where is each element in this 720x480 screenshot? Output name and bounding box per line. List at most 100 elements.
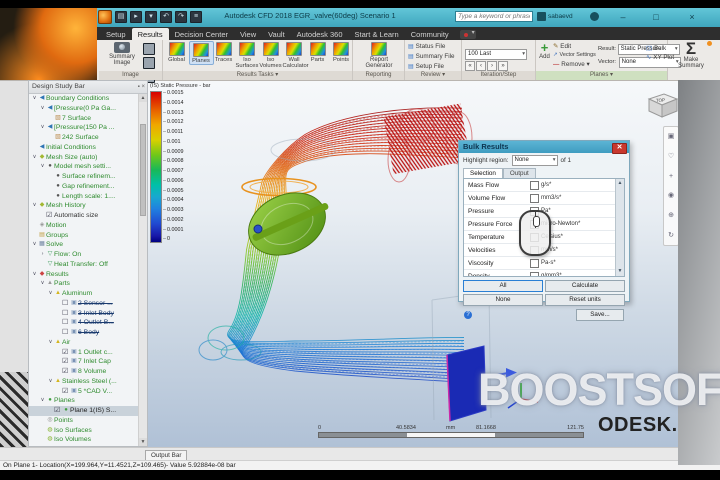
tree-item-iso-volumes[interactable]: ◍ Iso Volumes [29,435,139,445]
remove-plane-button[interactable]: Remove ▾ [553,60,597,69]
expander-icon[interactable]: ∨ [31,153,38,163]
checkbox-checked[interactable]: ☑ [62,357,70,367]
tree-item-results[interactable]: ∨ ◆ Results [29,270,139,280]
help-icon[interactable]: ? [464,311,472,319]
tree-item-boundary-conditions[interactable]: ∨ ◀ Boundary Conditions [29,94,139,104]
scroll-up-icon[interactable]: ▲ [616,179,624,188]
panel-close-icon[interactable]: × [141,84,145,90]
app-logo[interactable] [98,10,112,24]
tree-item-1-outlet-c[interactable]: ☑ ▣ 1 Outlet c... [29,348,139,358]
open-icon[interactable]: ▸ [130,11,142,23]
checkbox-unchecked[interactable] [530,271,539,276]
checkbox-unchecked[interactable] [530,258,539,268]
tree-item-4-outlet-b[interactable]: ☐ ▣ 4 Outlet B... [29,318,139,328]
tree-item-8-volume[interactable]: ☑ ▣ 8 Volume [29,367,139,377]
ribbon-tab-view[interactable]: View [234,28,262,40]
checkbox-checked[interactable]: ☑ [62,348,70,358]
tree-item-6-body[interactable]: ☐ ▣ 6 Body [29,328,139,338]
save-button[interactable]: Save... [576,309,624,321]
tree-item-mesh-size-auto[interactable]: ∨ ◆ Mesh Size (auto) [29,153,139,163]
vector-settings-button[interactable]: Vector Settings [553,51,597,60]
summary-file-button[interactable]: Summary File [408,52,455,62]
tree-item-plane-1-is-s[interactable]: ☑ ● Plane 1(IS) S... [29,406,139,416]
expander-icon[interactable]: ∨ [39,104,46,114]
tree-item-pressure-0-pa-ga[interactable]: ∨ ◀ [Pressure(0 Pa Ga... [29,104,139,114]
tree-item-2-sensor[interactable]: ☐ ▣ 2 Sensor ... [29,299,139,309]
tree-item-solve[interactable]: ∨ ▦ Solve [29,240,139,250]
add-plane-button[interactable]: + Add [538,41,551,60]
tree-item-initial-conditions[interactable]: ◀ Initial Conditions [29,143,139,153]
favorites-icon[interactable]: ♡ [668,153,674,160]
tree-item-groups[interactable]: ▤ Groups [29,231,139,241]
quantity-row-mass-flow[interactable]: Mass Flow g/s* [464,179,624,192]
tree-item-7-surface[interactable]: ▧ 7 Surface [29,114,139,124]
tree-item-planes[interactable]: ∨ ● Planes [29,396,139,406]
tree-item-3-inlet-body[interactable]: ☐ ▣ 3 Inlet Body [29,309,139,319]
tree-item-iso-surfaces[interactable]: ◍ Iso Surfaces [29,426,139,436]
expander-icon[interactable]: ∨ [39,162,46,172]
expander-icon[interactable]: ∨ [31,94,38,104]
steeringwheel-icon[interactable]: ◉ [668,192,674,199]
expander-icon[interactable]: ∨ [47,377,54,387]
tab-output[interactable]: Output [502,168,536,178]
all-button[interactable]: All [463,280,543,292]
calculate-button[interactable]: Calculate [545,280,625,292]
step-forward-button[interactable]: › [487,61,497,71]
xy-plot-button[interactable]: XY Plot [646,53,674,62]
checkbox-checked[interactable]: ☑ [46,211,54,221]
checkbox-checked[interactable]: ☑ [62,367,70,377]
expander-icon[interactable]: › [39,250,46,260]
planes-button[interactable]: Planes [188,41,214,66]
highlight-region-dropdown[interactable]: None [511,155,558,166]
ribbon-tab-results[interactable]: Results [131,28,169,40]
traces-button[interactable]: Traces [212,41,235,63]
dialog-close-icon[interactable]: ✕ [612,142,627,154]
navigation-bar[interactable]: ▣ ♡ + ◉ ⊕ ↻ [663,126,679,246]
username-label[interactable]: sabaevd [548,13,573,20]
tree-item-length-scale-1[interactable]: ● Length scale: 1.... [29,192,139,202]
pin-icon[interactable]: ▪ [138,84,140,90]
checkbox-checked[interactable]: ☑ [54,406,62,416]
tree-item-automatic-size[interactable]: ☑ Automatic size [29,211,139,221]
reset-units-button[interactable]: Reset units [545,294,625,306]
tree-scrollbar[interactable]: ▲ ▼ [138,94,147,446]
tree-item-parts[interactable]: ∨ ▲ Parts [29,279,139,289]
new-file-icon[interactable]: ▤ [115,11,127,23]
tree-item-points[interactable]: ◎ Points [29,416,139,426]
fullnav-icon[interactable]: ▣ [668,133,675,140]
ribbon-tab-community[interactable]: Community [405,28,455,40]
tree-item-motion[interactable]: ◈ Motion [29,221,139,231]
report-generator-button[interactable]: Report Generator [362,41,396,70]
tree-item-aluminum[interactable]: ∨ ▲ Aluminum [29,289,139,299]
checkbox-unchecked[interactable] [530,193,539,203]
orbit-icon[interactable]: ↻ [668,232,674,239]
search-input[interactable] [455,11,533,22]
iteration-dropdown[interactable]: 100 Last [465,49,527,60]
checkbox-unchecked[interactable]: ☐ [62,318,70,328]
status-file-button[interactable]: Status File [408,42,455,52]
expander-icon[interactable]: ∨ [47,289,54,299]
edit-plane-button[interactable]: Edit [553,42,597,51]
ribbon-tab-autodesk-360[interactable]: Autodesk 360 [291,28,349,40]
quantity-row-volume-flow[interactable]: Volume Flow mm3/s* [464,192,624,205]
none-button[interactable]: None [463,294,543,306]
ribbon-tab-decision-center[interactable]: Decision Center [169,28,234,40]
tree-item-air[interactable]: ∨ ▲ Air [29,338,139,348]
iso-surfaces-button[interactable]: Iso Surfaces [236,41,259,69]
expander-icon[interactable]: ∨ [31,201,38,211]
step-last-button[interactable]: » [498,61,508,71]
search-icon[interactable] [537,12,546,21]
scroll-down-icon[interactable]: ▼ [139,438,147,446]
design-study-bar-header[interactable]: Design Study Bar ▪ × [29,81,147,94]
checkbox-checked[interactable]: ☑ [62,387,70,397]
scroll-up-icon[interactable]: ▲ [139,94,147,102]
quantity-row-density[interactable]: Density g/mm3* [464,270,624,276]
expander-icon[interactable]: ∨ [31,240,38,250]
ribbon-tab-start-learn[interactable]: Start & Learn [349,28,405,40]
step-first-button[interactable]: « [465,61,475,71]
tree-item-mesh-history[interactable]: ∨ ◆ Mesh History [29,201,139,211]
tree-item-surface-refinem[interactable]: ● Surface refinem... [29,172,139,182]
expander-icon[interactable]: ∨ [31,270,38,280]
tab-selection[interactable]: Selection [463,168,503,178]
summary-image-button[interactable]: Summary Image [105,41,139,67]
